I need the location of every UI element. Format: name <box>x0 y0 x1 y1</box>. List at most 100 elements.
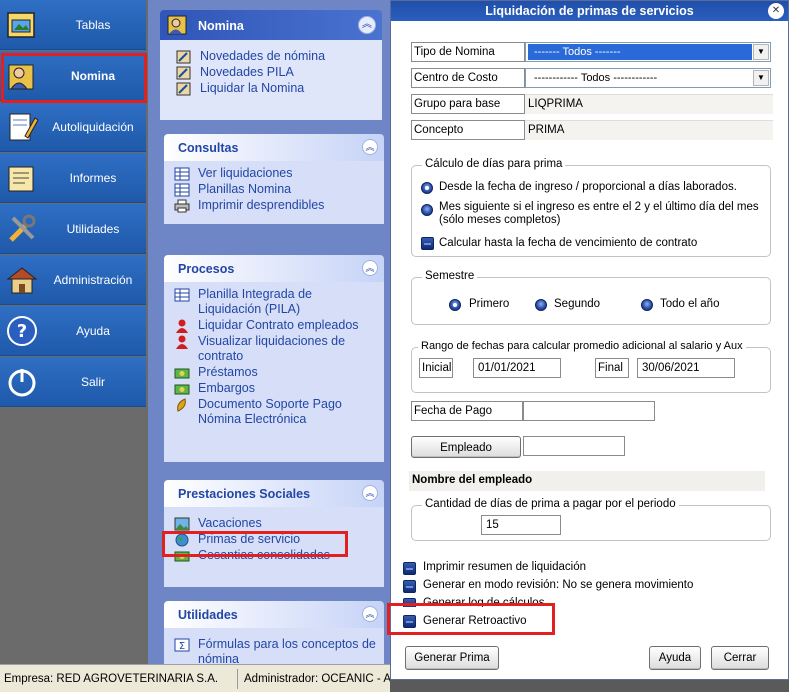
ayuda-button[interactable]: Ayuda <box>649 646 701 670</box>
empleado-button[interactable]: Empleado <box>411 436 521 458</box>
fecha-final-input[interactable]: 30/06/2021 <box>637 358 735 378</box>
task-planillas-nomina[interactable]: Planillas Nomina <box>174 182 378 197</box>
generar-prima-button[interactable]: Generar Prima <box>405 646 499 670</box>
tipo-nomina-value: ------- Todos ------- <box>528 44 752 60</box>
task-novedades-pila[interactable]: Novedades PILA <box>176 65 376 80</box>
empleado-input[interactable] <box>523 436 625 456</box>
nomina-panel-header[interactable]: Nomina ︽ <box>160 10 382 40</box>
svg-text:?: ? <box>17 321 27 342</box>
cantidad-dias-input[interactable]: 15 <box>481 515 561 535</box>
notebook-pencil-icon <box>9 113 39 141</box>
person-red-icon <box>176 335 188 349</box>
collapse-chevron-icon[interactable]: ︽ <box>362 485 378 501</box>
money-icon <box>174 384 190 395</box>
task-label: Liquidar Contrato empleados <box>198 318 359 332</box>
task-label: Cesantias consolidadas <box>198 548 331 562</box>
task-embargos[interactable]: Embargos <box>174 381 378 396</box>
nav-informes[interactable]: Informes <box>0 153 146 203</box>
collapse-chevron-icon[interactable]: ︽ <box>358 16 376 34</box>
centro-costo-select[interactable]: ------------ Todos ------------ ▼ <box>525 68 771 88</box>
leaf-icon <box>177 398 186 412</box>
task-cesantias[interactable]: Cesantias consolidadas <box>174 548 378 563</box>
nav-label: Ayuda <box>76 324 110 338</box>
final-label: Final <box>595 358 629 378</box>
inicial-label: Inicial <box>419 358 453 378</box>
procesos-panel-header[interactable]: Procesos ︽ <box>164 255 384 282</box>
radio-label: Segundo <box>554 298 601 310</box>
globe-icon <box>175 533 189 547</box>
nav-utilidades[interactable]: Utilidades <box>0 204 146 254</box>
checkbox-imprimir-resumen[interactable] <box>403 562 416 575</box>
procesos-panel: Procesos ︽ Planilla Integrada de Liquida… <box>164 255 384 462</box>
checkbox-generar-retroactivo[interactable] <box>403 615 416 628</box>
task-novedades-nomina[interactable]: Novedades de nómina <box>176 49 376 64</box>
radio-segundo[interactable] <box>535 299 547 311</box>
task-formulas[interactable]: Σ Fórmulas para los conceptos de nómina <box>174 637 378 667</box>
collapse-chevron-icon[interactable]: ︽ <box>362 260 378 276</box>
chevron-down-icon[interactable]: ▼ <box>753 44 769 60</box>
group-title: Cantidad de días de prima a pagar por el… <box>422 498 679 510</box>
nav-salir[interactable]: Salir <box>0 357 146 407</box>
task-documento-soporte[interactable]: Documento Soporte Pago Nómina Electrónic… <box>174 397 378 427</box>
task-label: Fórmulas para los conceptos de nómina <box>198 637 376 666</box>
nav-label: Nomina <box>70 69 115 83</box>
nav-autoliquidacion[interactable]: Autoliquidación <box>0 102 146 152</box>
tipo-nomina-select[interactable]: ------- Todos ------- ▼ <box>525 42 771 62</box>
task-liquidar-contrato[interactable]: Liquidar Contrato empleados <box>174 318 378 333</box>
money-icon <box>174 551 190 562</box>
task-visualizar-liquidaciones[interactable]: Visualizar liquidaciones de contrato <box>174 334 378 364</box>
utilidades-panel-header[interactable]: Utilidades ︽ <box>164 601 384 628</box>
task-label: Planillas Nomina <box>198 182 292 196</box>
nav-tablas[interactable]: Tablas <box>0 0 146 50</box>
radio-primero[interactable] <box>449 299 461 311</box>
dialog-title: Liquidación de primas de servicios <box>391 1 788 21</box>
checkbox-label: Generar Retroactivo <box>423 615 527 627</box>
cantidad-dias-group: Cantidad de días de prima a pagar por el… <box>411 498 771 541</box>
fecha-inicial-input[interactable]: 01/01/2021 <box>473 358 561 378</box>
task-prestamos[interactable]: Préstamos <box>174 365 378 380</box>
nav-administracion[interactable]: Administración <box>0 255 146 305</box>
power-icon <box>8 369 36 397</box>
nav-nomina[interactable]: Nomina <box>0 51 146 101</box>
panel-title: Utilidades <box>178 608 238 622</box>
nav-label: Administración <box>53 273 133 287</box>
task-ver-liquidaciones[interactable]: Ver liquidaciones <box>174 166 378 181</box>
fecha-pago-input[interactable] <box>523 401 655 421</box>
consultas-panel-header[interactable]: Consultas ︽ <box>164 134 384 161</box>
task-label: Documento Soporte Pago Nómina Electrónic… <box>198 397 342 426</box>
consultas-panel: Consultas ︽ Ver liquidaciones Planillas … <box>164 134 384 224</box>
radio-todo-el-ano[interactable] <box>641 299 653 311</box>
cerrar-button[interactable]: Cerrar <box>711 646 769 670</box>
radio-mes-siguiente[interactable] <box>421 204 433 216</box>
task-primas-servicio[interactable]: Primas de servicio <box>174 532 378 547</box>
radio-desde-ingreso[interactable] <box>421 182 433 194</box>
checkbox-label: Calcular hasta la fecha de vencimiento d… <box>439 237 698 249</box>
task-liquidar-nomina[interactable]: Liquidar la Nomina <box>176 81 376 96</box>
house-admin-icon <box>6 267 38 294</box>
task-imprimir-desprendibles[interactable]: Imprimir desprendibles <box>174 198 378 213</box>
panel-title: Consultas <box>178 141 239 155</box>
left-navigation: Tablas Nomina Autoliquidación Informes U… <box>0 0 148 664</box>
edit-grid-icon <box>176 66 191 80</box>
task-label: Novedades de nómina <box>200 49 326 63</box>
prestaciones-panel-header[interactable]: Prestaciones Sociales ︽ <box>164 480 384 507</box>
close-icon[interactable]: ✕ <box>768 3 784 19</box>
task-label: Visualizar liquidaciones de contrato <box>198 334 346 363</box>
table-icon <box>174 183 190 197</box>
group-title: Cálculo de días para prima <box>422 158 566 170</box>
nav-label: Salir <box>80 375 105 389</box>
task-label: Ver liquidaciones <box>198 166 293 180</box>
chevron-down-icon[interactable]: ▼ <box>753 70 769 86</box>
centro-costo-label: Centro de Costo <box>411 68 525 88</box>
task-label: Imprimir desprendibles <box>198 198 325 212</box>
checkbox-hasta-vencimiento[interactable] <box>421 237 434 250</box>
collapse-chevron-icon[interactable]: ︽ <box>362 606 378 622</box>
collapse-chevron-icon[interactable]: ︽ <box>362 139 378 155</box>
checkbox-modo-revision[interactable] <box>403 580 416 593</box>
task-label: Vacaciones <box>198 516 262 530</box>
task-vacaciones[interactable]: Vacaciones <box>174 516 378 531</box>
task-pila[interactable]: Planilla Integrada de Liquidación (PILA) <box>174 287 378 317</box>
task-label: Novedades PILA <box>200 65 294 79</box>
edit-grid-icon <box>176 82 191 96</box>
nav-ayuda[interactable]: ? Ayuda <box>0 306 146 356</box>
